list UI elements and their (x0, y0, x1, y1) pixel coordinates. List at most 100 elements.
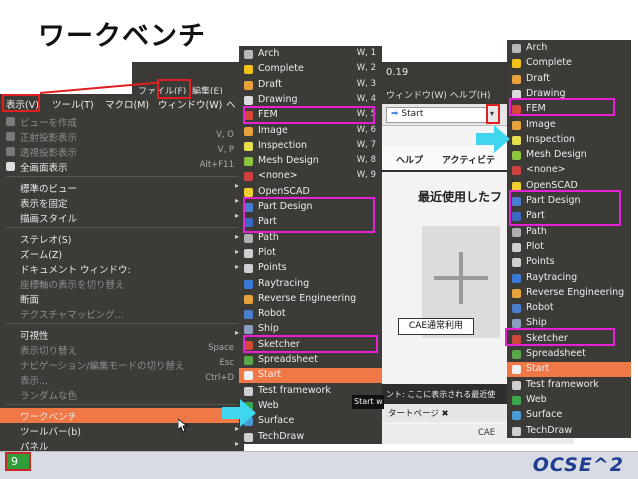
workbench-item-meshdesign[interactable]: Mesh Design (507, 148, 631, 163)
orthographic-icon (6, 132, 15, 141)
workbench-item-start[interactable]: Start (239, 368, 382, 384)
workbench-item-draft[interactable]: Draft (507, 72, 631, 87)
view-menu-item[interactable]: 標準のビュー ▸ (0, 180, 244, 195)
workbench-item-fem[interactable]: FEM W, 5 (239, 108, 382, 123)
workbench-item-label: Drawing (258, 93, 298, 105)
workbench-item-path[interactable]: Path (239, 231, 382, 246)
workbench-item-ship[interactable]: Ship (239, 322, 382, 337)
web-icon (512, 395, 521, 405)
workbench-item-raytracing[interactable]: Raytracing (239, 277, 382, 292)
workbench-item-none[interactable]: <none> W, 9 (239, 169, 382, 184)
view-menu-item[interactable]: ツールバー(b) ▸ (0, 423, 244, 438)
start-page-tab[interactable]: タートページ ✖ (382, 404, 512, 422)
workbench-item-none[interactable]: <none> (507, 163, 631, 178)
workbench-item-spreadsheet[interactable]: Spreadsheet (507, 347, 631, 362)
workbench-item-drawing[interactable]: Drawing W, 4 (239, 93, 382, 108)
arch-icon (512, 44, 521, 53)
menu-help[interactable]: ヘ (226, 97, 236, 111)
workbench-item-label: Drawing (526, 87, 566, 99)
workbench-item-label: Part Design (258, 201, 313, 212)
plot-icon (244, 248, 253, 258)
view-menu-item[interactable]: 可視性 ▸ (0, 327, 244, 342)
workbench-item-label: Path (258, 231, 279, 243)
workbench-selector[interactable]: ➡ Start (386, 107, 488, 123)
menu-window[interactable]: ウィンドウ(W) (158, 97, 222, 111)
workbench-item-sketcher[interactable]: Sketcher (507, 332, 631, 347)
inspection-icon (244, 141, 253, 151)
none-icon (244, 172, 253, 182)
workbench-item-inspection[interactable]: Inspection (507, 133, 631, 148)
menu-view[interactable]: 表示(V) (6, 97, 39, 111)
workbench-item-partdesign[interactable]: Part Design (507, 194, 631, 209)
workbench-item-plot[interactable]: Plot (239, 246, 382, 261)
view-menu-item[interactable]: 表示を固定 ▸ (0, 195, 244, 210)
new-view-icon (6, 117, 15, 126)
tab-activity[interactable]: アクティビテ (442, 153, 495, 166)
cae-annotation-label: CAE通常利用 (398, 318, 474, 335)
workbench-item-plot[interactable]: Plot (507, 240, 631, 255)
workbench-item-part[interactable]: Part (239, 215, 382, 230)
workbench-item-image[interactable]: Image (507, 118, 631, 133)
workbench-item-techdraw[interactable]: TechDraw (239, 430, 382, 445)
view-menu-item-label: 表示切り替え (20, 346, 78, 357)
view-menu-item[interactable]: ステレオ(S) ▸ (0, 231, 244, 246)
workbench-item-part[interactable]: Part (507, 209, 631, 224)
view-menu-item-label: 断面 (20, 295, 40, 306)
workbench-item-testframework[interactable]: Test framework (507, 378, 631, 393)
workbench-item-arch[interactable]: Arch (507, 41, 631, 56)
workbench-item-techdraw[interactable]: TechDraw (507, 424, 631, 439)
workbench-item-path[interactable]: Path (507, 225, 631, 240)
workbench-item-openscad[interactable]: OpenSCAD (239, 185, 382, 200)
image-icon (512, 120, 521, 130)
workbench-item-points[interactable]: Points (239, 261, 382, 276)
ship-icon (244, 325, 253, 335)
view-menu-item-label: 表示を固定 (20, 199, 68, 210)
workbench-item-complete[interactable]: Complete W, 2 (239, 62, 382, 77)
surface-icon (512, 411, 521, 421)
workbench-item-reverseengineering[interactable]: Reverse Engineering (239, 292, 382, 307)
workbench-item-drawing[interactable]: Drawing (507, 87, 631, 102)
workbench-item-partdesign[interactable]: Part Design (239, 200, 382, 215)
workbench-item-spreadsheet[interactable]: Spreadsheet (239, 353, 382, 368)
workbench-item-image[interactable]: Image W, 6 (239, 124, 382, 139)
view-menu-item: 座標軸の表示を切り替え (0, 276, 244, 291)
workbench-item-sketcher[interactable]: Sketcher (239, 338, 382, 353)
raytracing-icon (244, 279, 253, 289)
view-menu-item[interactable]: ドキュメント ウィンドウ: ▸ (0, 261, 244, 276)
workbench-item-draft[interactable]: Draft W, 3 (239, 78, 382, 93)
workbench-item-robot[interactable]: Robot (239, 307, 382, 322)
star-icon (512, 59, 521, 69)
workbench-item-raytracing[interactable]: Raytracing (507, 271, 631, 286)
workbench-item-start[interactable]: Start (507, 362, 631, 378)
workbench-item-fem[interactable]: FEM (507, 102, 631, 117)
workbench-item-complete[interactable]: Complete (507, 56, 631, 71)
workbench-item-surface[interactable]: Surface (239, 414, 382, 429)
view-menu-item[interactable]: 描画スタイル ▸ (0, 210, 244, 225)
view-menu-item[interactable]: ズーム(Z) ▸ (0, 246, 244, 261)
reverse-engineering-icon (244, 294, 253, 304)
page-number: 9 (5, 452, 31, 471)
workbench-item-ship[interactable]: Ship (507, 316, 631, 331)
workbench-item-meshdesign[interactable]: Mesh Design W, 8 (239, 154, 382, 169)
view-menu-item: ナビゲーション/編集モードの切り替え Esc (0, 357, 244, 372)
workbench-item-points[interactable]: Points (507, 255, 631, 270)
cursor-icon (178, 419, 188, 433)
shortcut-label: Space (208, 343, 234, 353)
view-menu-item[interactable]: ワークベンチ▸ (0, 408, 244, 423)
workbench-item-web[interactable]: Web (507, 393, 631, 408)
view-menu-item[interactable]: 断面 (0, 291, 244, 306)
menu-macro[interactable]: マクロ(M) (105, 97, 149, 111)
right-menubar[interactable]: ウィンドウ(W) ヘルプ(H) (382, 86, 512, 104)
view-menu-item[interactable]: 全画面表示 Alt+F11 (0, 159, 244, 174)
workbench-item-reverseengineering[interactable]: Reverse Engineering (507, 286, 631, 301)
workbench-dropdown-arrow-icon[interactable]: ▾ (490, 109, 502, 121)
workbench-item-inspection[interactable]: Inspection W, 7 (239, 139, 382, 154)
workbench-item-surface[interactable]: Surface (507, 408, 631, 423)
workbench-item-arch[interactable]: Arch W, 1 (239, 47, 382, 62)
view-menu-item-label: 可視性 (20, 331, 49, 342)
workbench-item-openscad[interactable]: OpenSCAD (507, 179, 631, 194)
menu-tools[interactable]: ツール(T) (52, 97, 94, 111)
tab-help[interactable]: ヘルプ (396, 153, 423, 166)
ocse-logo: OCSE^2 (532, 454, 624, 476)
workbench-item-robot[interactable]: Robot (507, 301, 631, 316)
